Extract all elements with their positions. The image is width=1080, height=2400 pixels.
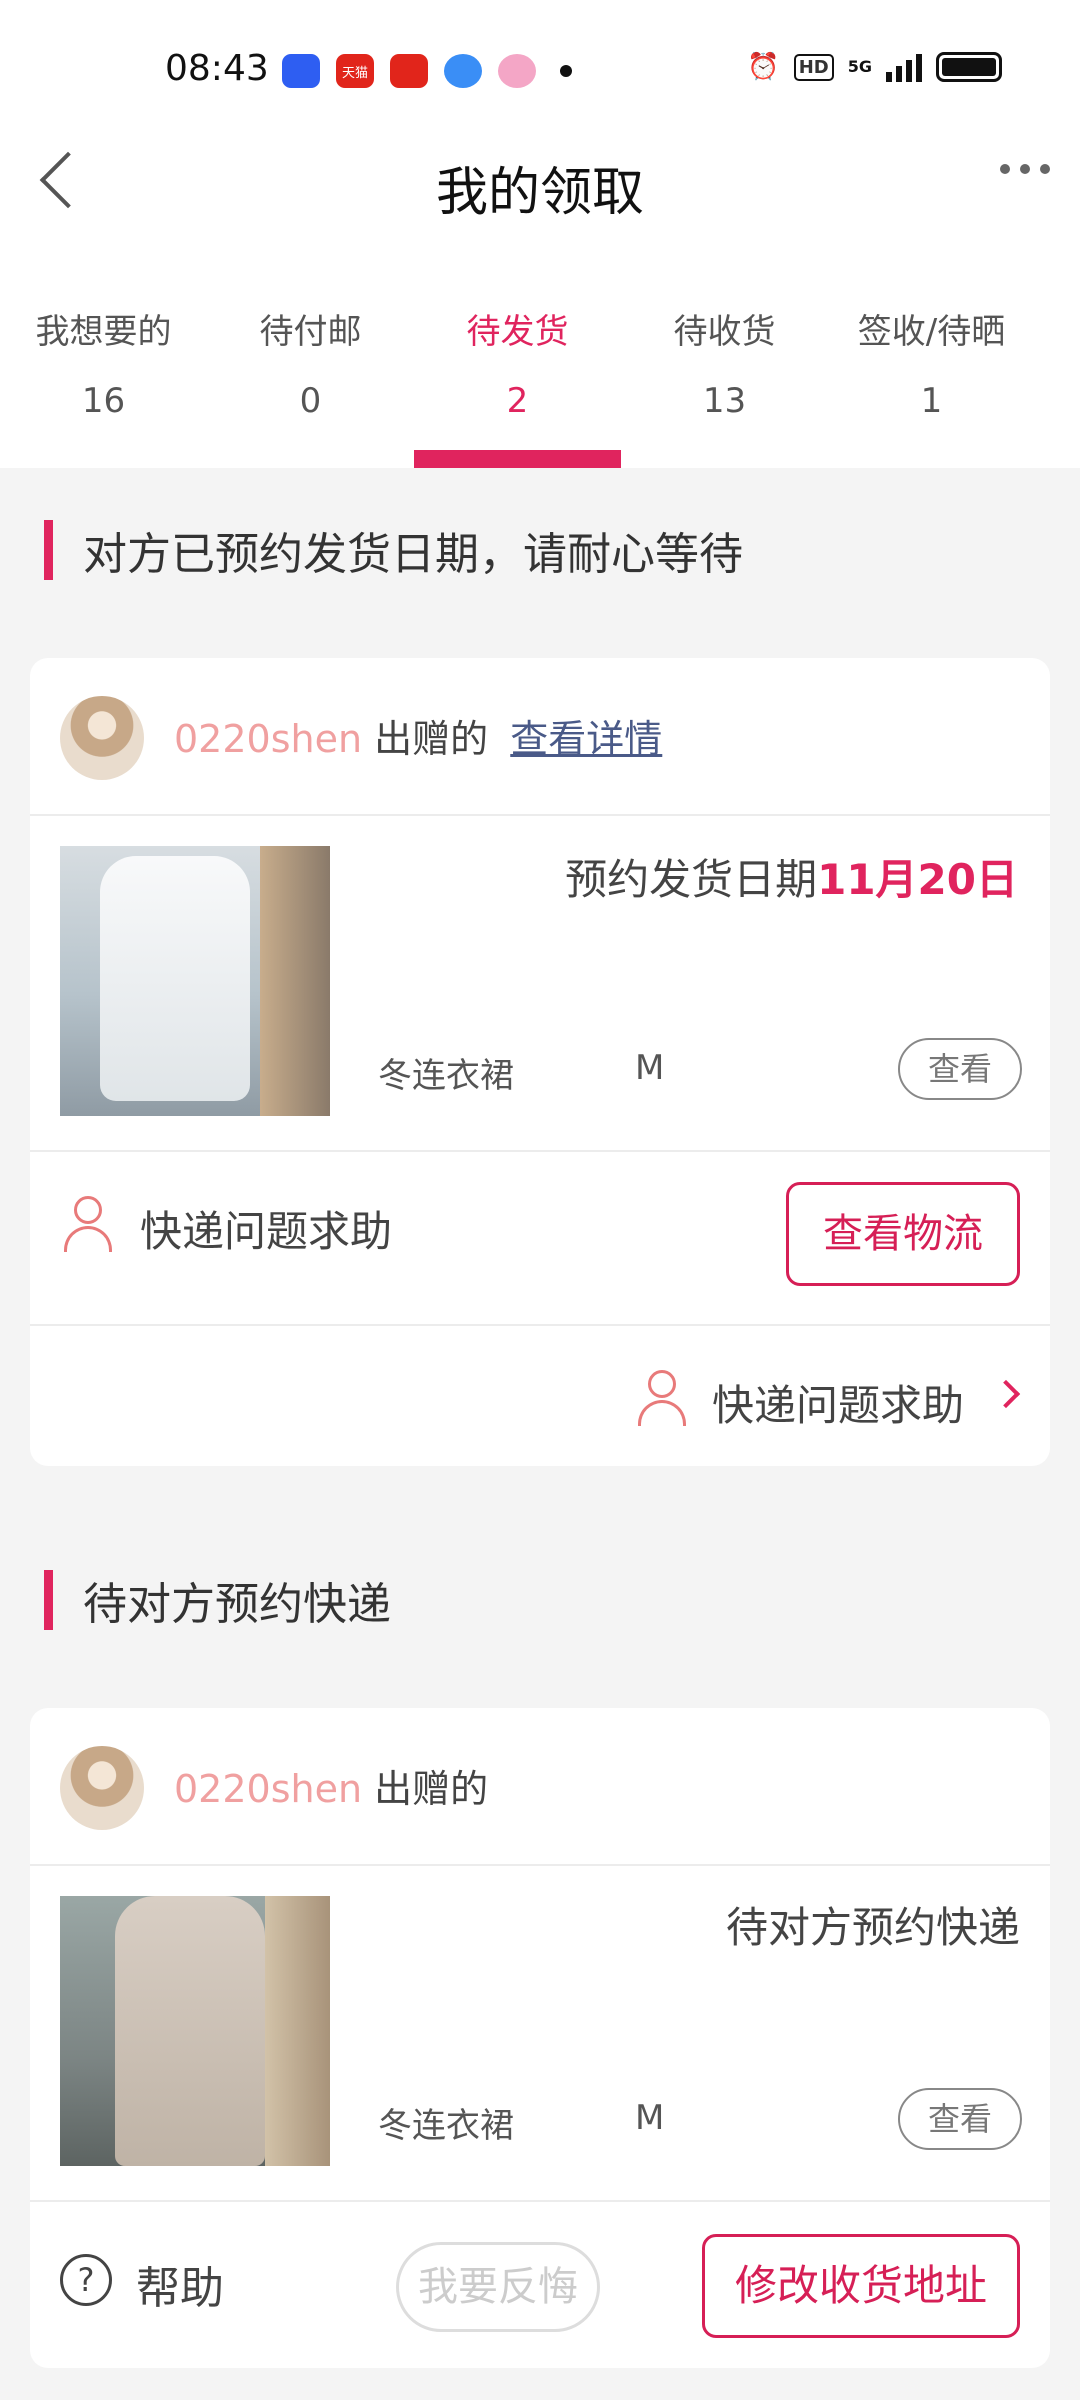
item-name: 冬连衣裙 xyxy=(378,1056,514,1096)
item-row[interactable]: 待对方预约快递 冬连衣裙 M 查看 xyxy=(30,1866,1050,2202)
more-icon[interactable] xyxy=(1000,164,1050,174)
tab-label: 签收/待晒 xyxy=(857,312,1006,352)
username[interactable]: 0220shen xyxy=(174,717,362,761)
shipping-date: 预约发货日期11月20日 xyxy=(565,846,1018,907)
alarm-icon: ⏰ xyxy=(747,52,780,82)
tab-pending-postage[interactable]: 待付邮 0 xyxy=(207,290,414,468)
battery-icon xyxy=(936,52,1002,82)
tab-label: 待收货 xyxy=(673,312,776,352)
search-app-icon xyxy=(390,54,428,88)
item-size: M xyxy=(635,2098,665,2138)
action-row: 快递问题求助 查看物流 xyxy=(30,1152,1050,1326)
tab-label: 我想要的 xyxy=(35,312,172,352)
gift-label: 出赠的 xyxy=(374,717,489,761)
order-card: 0220shen 出赠的 查看详情 预约发货日期11月20日 冬连衣裙 M 查看… xyxy=(30,658,1050,1466)
section-accent-bar xyxy=(44,520,53,580)
item-thumbnail[interactable] xyxy=(60,1896,330,2166)
help-label[interactable]: 帮助 xyxy=(136,2252,224,2316)
tab-pending-shipment[interactable]: 待发货 2 xyxy=(414,290,621,468)
status-bar: 08:43 天猫 ⏰ HD 5G xyxy=(0,0,1080,140)
status-app-icons: 天猫 xyxy=(282,54,572,88)
tab-count: 0 xyxy=(299,381,322,421)
tab-label: 待发货 xyxy=(466,312,569,352)
gift-label: 出赠的 xyxy=(374,1767,489,1811)
item-name: 冬连衣裙 xyxy=(378,2106,514,2146)
tab-pending-receipt[interactable]: 待收货 13 xyxy=(621,290,828,468)
tab-count: 2 xyxy=(506,381,529,421)
page-title: 我的领取 xyxy=(435,163,644,223)
item-thumbnail[interactable] xyxy=(60,846,330,1116)
item-size: M xyxy=(635,1048,665,1088)
section-title: 待对方预约快递 xyxy=(83,1579,391,1630)
change-address-button[interactable]: 修改收货地址 xyxy=(702,2234,1020,2338)
chevron-right-icon xyxy=(991,1379,1021,1409)
notification-dot-icon xyxy=(560,65,572,77)
nav-bar: 我的领取 xyxy=(0,140,1080,280)
order-card: 0220shen 出赠的 待对方预约快递 冬连衣裙 M 查看 xyxy=(30,1708,1050,2202)
tab-signed[interactable]: 签收/待晒 1 xyxy=(828,290,1035,468)
bottom-action-bar: ? 帮助 我要反悔 修改收货地址 xyxy=(30,2200,1050,2368)
tab-wanted[interactable]: 我想要的 16 xyxy=(0,290,207,468)
tab-count: 1 xyxy=(920,381,943,421)
section-title: 对方已预约发货日期，请耐心等待 xyxy=(83,529,743,580)
status-time: 08:43 xyxy=(165,48,269,89)
status-tabs: 我想要的 16 待付邮 0 待发货 2 待收货 13 签收/待晒 1 xyxy=(0,290,1080,468)
view-logistics-button[interactable]: 查看物流 xyxy=(786,1182,1020,1286)
shipping-date-label: 预约发货日期 xyxy=(565,855,818,904)
network-label: 5G xyxy=(847,57,872,76)
courier-help-row[interactable]: 快递问题求助 xyxy=(30,1326,1050,1466)
view-button[interactable]: 查看 xyxy=(898,1038,1022,1100)
person-icon xyxy=(64,1196,112,1252)
section-heading: 待对方预约快递 xyxy=(44,1570,391,1630)
username[interactable]: 0220shen xyxy=(174,1767,362,1811)
tab-label: 待付邮 xyxy=(259,312,362,352)
help-icon[interactable]: ? xyxy=(60,2254,112,2306)
blue-app-icon xyxy=(444,54,482,88)
section-heading: 对方已预约发货日期，请耐心等待 xyxy=(44,520,743,580)
pink-app-icon xyxy=(498,54,536,88)
hd-icon: HD xyxy=(793,53,834,81)
giver-info: 0220shen 出赠的 查看详情 xyxy=(174,708,662,763)
view-details-link[interactable]: 查看详情 xyxy=(510,717,662,761)
avatar[interactable] xyxy=(60,696,144,780)
shipping-date-value: 11月20日 xyxy=(817,855,1018,904)
courier-help-label[interactable]: 快递问题求助 xyxy=(140,1198,392,1259)
tmall-icon: 天猫 xyxy=(336,54,374,88)
item-row[interactable]: 预约发货日期11月20日 冬连衣裙 M 查看 xyxy=(30,816,1050,1152)
view-button[interactable]: 查看 xyxy=(898,2088,1022,2150)
header-area: 08:43 天猫 ⏰ HD 5G 我的领取 我想要的 16 待付邮 0 待发货 … xyxy=(0,0,1080,468)
person-icon xyxy=(638,1370,686,1426)
tab-count: 13 xyxy=(702,381,747,421)
baidu-icon xyxy=(282,54,320,88)
card-header: 0220shen 出赠的 查看详情 xyxy=(30,658,1050,816)
status-indicators: ⏰ HD 5G xyxy=(747,52,1002,82)
tab-count: 16 xyxy=(81,381,126,421)
card-header: 0220shen 出赠的 xyxy=(30,1708,1050,1866)
order-status: 待对方预约快递 xyxy=(725,1903,1020,1952)
regret-button[interactable]: 我要反悔 xyxy=(396,2242,600,2332)
signal-icon xyxy=(886,52,922,82)
giver-info: 0220shen 出赠的 xyxy=(174,1758,488,1813)
avatar[interactable] xyxy=(60,1746,144,1830)
courier-help-link[interactable]: 快递问题求助 xyxy=(712,1372,964,1433)
section-accent-bar xyxy=(44,1570,53,1630)
